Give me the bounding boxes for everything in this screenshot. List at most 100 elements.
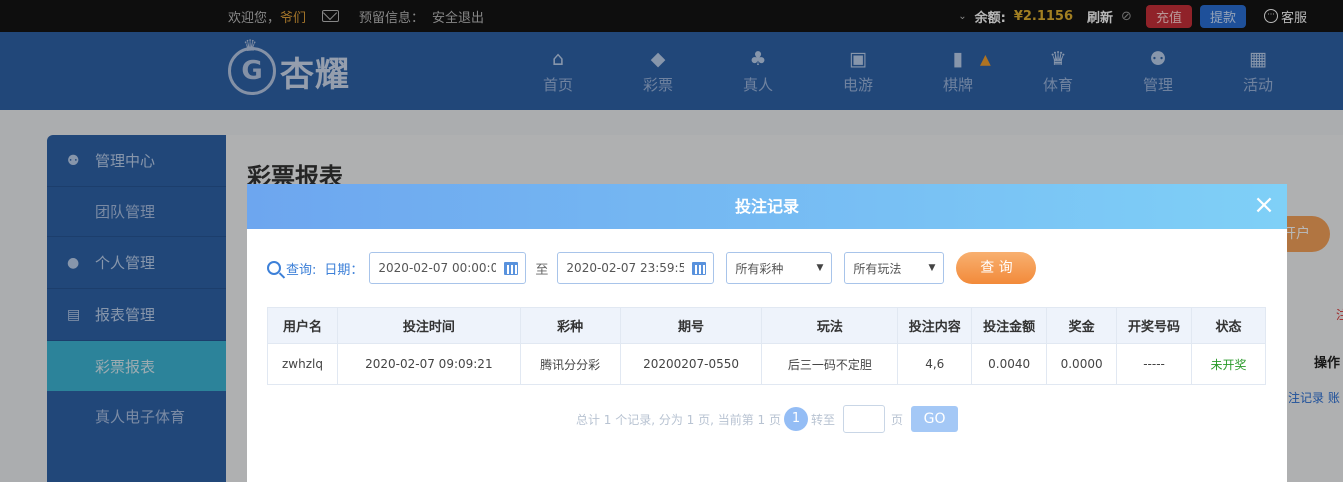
nav-slots[interactable]: ▣ 电游 (808, 32, 908, 110)
sidebar: ⚉ 管理中心 团队管理 ● 个人管理 ▤ 报表管理 彩票报表 真人电子体育 (47, 135, 226, 482)
main-nav: ⌂ 首页 ◆ 彩票 ♣ 真人 ▣ 电游 ▮ 棋牌 ♛ 体育 ⚉ 管理 ▦ 活动 (508, 32, 1308, 110)
nav-cards[interactable]: ▮ 棋牌 (908, 32, 1008, 110)
bet-record-table: 用户名 投注时间 彩种 期号 玩法 投注内容 投注金额 奖金 开奖号码 状态 z… (267, 307, 1266, 385)
dealer-icon: ♣ (749, 48, 767, 70)
balance-label: 余额: (974, 10, 1006, 26)
column-header: 期号 (619, 307, 763, 344)
top-bar-left: 欢迎您， 爷们 预留信息： 安全退出 (228, 0, 484, 32)
date-to-field[interactable] (557, 252, 715, 284)
date-from-field[interactable] (369, 252, 527, 284)
page-jump-input[interactable] (843, 405, 886, 433)
eye-slash-icon[interactable]: ⊘ (1121, 9, 1132, 24)
main-header: ♛ G 杏耀 ⌂ 首页 ◆ 彩票 ♣ 真人 ▣ 电游 ▮ 棋牌 ♛ 体育 ⚉ 管理 ▦ 活动 ▲ (0, 32, 1343, 110)
date-label: 日期： (324, 262, 364, 278)
chat-icon: ··· (1263, 9, 1278, 23)
column-header: 奖金 (1046, 307, 1118, 344)
nav-label: 活动 (1242, 76, 1273, 94)
sidebar-item-management-center[interactable]: ⚉ 管理中心 (47, 135, 226, 187)
background-links[interactable]: 注记录 账 (1288, 389, 1340, 406)
page-unit-label: 页 (891, 412, 904, 427)
crown-icon: ♛ (243, 36, 258, 55)
dropdown-arrow-icon: ▼ (816, 263, 824, 273)
query-button[interactable]: 查 询 (956, 252, 1037, 284)
sidebar-item-label: 个人管理 (95, 254, 156, 272)
sidebar-item-team[interactable]: 团队管理 (47, 187, 226, 237)
operation-header: 操作 (1314, 356, 1341, 371)
goto-label: 转至 (811, 412, 836, 427)
notice-label: 预留信息： (359, 10, 425, 26)
sidebar-item-reports[interactable]: ▤ 报表管理 (47, 289, 226, 341)
sidebar-item-lottery-report[interactable]: 彩票报表 (47, 341, 226, 391)
nav-label: 棋牌 (942, 76, 973, 94)
logo-emblem-icon: ♛ G (228, 36, 276, 95)
search-icon (267, 261, 281, 275)
nav-live[interactable]: ♣ 真人 (708, 32, 808, 110)
nav-label: 体育 (1042, 76, 1073, 94)
nav-lottery[interactable]: ◆ 彩票 (608, 32, 708, 110)
sidebar-item-live-sports[interactable]: 真人电子体育 (47, 391, 226, 441)
balance-value: ¥2.1156 (1013, 8, 1074, 24)
trophy-icon: ♛ (1049, 48, 1067, 70)
users-icon: ⚉ (67, 152, 80, 169)
welcome-text: 欢迎您， (228, 10, 281, 26)
column-header: 投注内容 (897, 307, 973, 344)
username[interactable]: 爷们 (280, 7, 306, 26)
sidebar-item-personal[interactable]: ● 个人管理 (47, 237, 226, 289)
document-icon: ▤ (67, 306, 81, 323)
column-header: 用户名 (267, 307, 338, 344)
mail-icon[interactable] (322, 10, 340, 22)
pagination: 总计 1 个记录, 分为 1 页, 当前第 1 页 1 转至 页 GO (247, 404, 1287, 434)
go-button[interactable]: GO (911, 406, 959, 432)
background-red-text: 注 (1336, 308, 1343, 322)
nav-manage[interactable]: ⚉ 管理 (1108, 32, 1208, 110)
user-icon: ● (67, 254, 80, 271)
support-label: 客服 (1280, 10, 1307, 26)
sidebar-item-label: 真人电子体育 (95, 407, 186, 426)
nav-home[interactable]: ⌂ 首页 (508, 32, 608, 110)
nav-label: 电游 (842, 76, 873, 94)
gift-icon: ▦ (1249, 48, 1267, 70)
withdraw-button[interactable]: 提款 (1199, 4, 1246, 28)
logout-link[interactable]: 安全退出 (432, 7, 484, 26)
deposit-button[interactable]: 充值 (1145, 4, 1192, 28)
query-label: 查询: (286, 262, 317, 278)
modal-title: 投注记录 (734, 197, 799, 216)
sidebar-item-label: 报表管理 (95, 306, 156, 324)
page-number-button[interactable]: 1 (784, 407, 809, 431)
chevron-down-icon[interactable]: ⌄ (958, 11, 966, 22)
site-logo[interactable]: ♛ G 杏耀 (228, 36, 350, 102)
select-value: 所有玩法 (853, 261, 902, 276)
dropdown-arrow-icon: ▼ (928, 263, 936, 273)
close-icon[interactable]: × (1253, 192, 1275, 218)
date-to-input[interactable] (566, 261, 685, 275)
cell-lottery: 腾讯分分彩 (519, 343, 621, 385)
cell-issue: 20200207-0550 (619, 343, 763, 385)
nav-label: 管理 (1142, 76, 1173, 94)
sidebar-item-label: 彩票报表 (95, 357, 156, 376)
slot-machine-icon: ▣ (849, 48, 867, 70)
nav-events[interactable]: ▦ 活动 (1208, 32, 1308, 110)
play-type-select[interactable]: 所有玩法 ▼ (844, 252, 945, 284)
cell-bet-time: 2020-02-07 09:09:21 (336, 343, 521, 385)
refresh-link[interactable]: 刷新 (1087, 7, 1113, 26)
bet-record-modal: 投注记录 × 查询: 日期： 至 所有彩种 ▼ 所有玩法 ▼ 查 询 用户名 投… (247, 184, 1287, 482)
column-header: 玩法 (761, 307, 899, 344)
support-link[interactable]: ··· 客服 (1263, 7, 1307, 26)
cell-username: zwhzlq (267, 343, 338, 385)
table-row[interactable]: zwhzlq 2020-02-07 09:09:21 腾讯分分彩 2020020… (267, 343, 1266, 385)
nav-label: 真人 (742, 76, 773, 94)
column-header: 投注金额 (971, 307, 1048, 344)
date-from-input[interactable] (378, 261, 497, 275)
cell-amount: 0.0040 (971, 343, 1048, 385)
table-header-row: 用户名 投注时间 彩种 期号 玩法 投注内容 投注金额 奖金 开奖号码 状态 (267, 307, 1266, 344)
cell-draw-number: ----- (1116, 343, 1192, 385)
calendar-icon[interactable] (504, 262, 519, 275)
calendar-icon[interactable] (692, 262, 707, 275)
lottery-type-select[interactable]: 所有彩种 ▼ (726, 252, 833, 284)
column-header: 投注时间 (336, 307, 521, 344)
nav-sports[interactable]: ♛ 体育 (1008, 32, 1108, 110)
pager-summary: 总计 1 个记录, 分为 1 页, 当前第 1 页 (575, 412, 782, 427)
ticket-icon: ◆ (650, 48, 666, 70)
to-label: 至 (535, 262, 549, 278)
nav-label: 首页 (542, 76, 573, 94)
